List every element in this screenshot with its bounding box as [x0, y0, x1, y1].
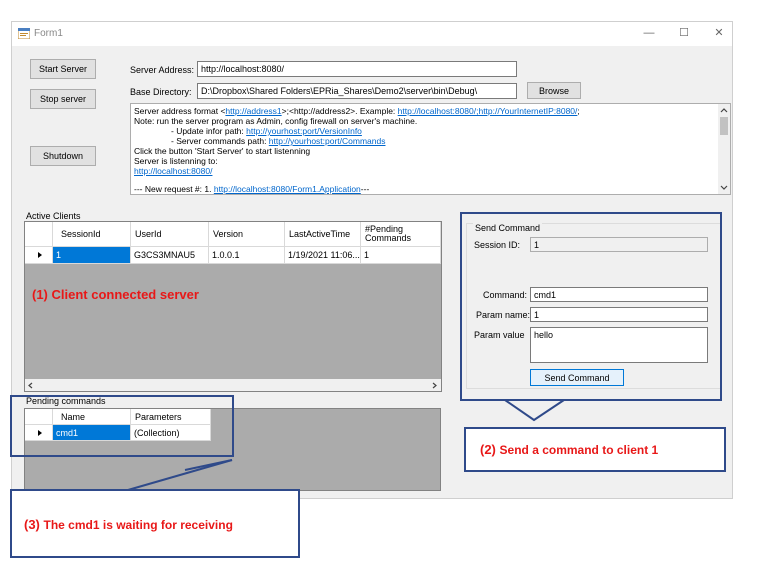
callout-3-frame: [10, 395, 234, 457]
callout-2-frame: [460, 212, 722, 401]
annotation-3: (3) The cmd1 is waiting for receiving: [24, 517, 233, 532]
callout-2-box: (2) Send a command to client 1: [464, 427, 726, 472]
annotation-2: (2) Send a command to client 1: [480, 442, 659, 457]
callout-3-box: (3) The cmd1 is waiting for receiving: [10, 489, 300, 558]
